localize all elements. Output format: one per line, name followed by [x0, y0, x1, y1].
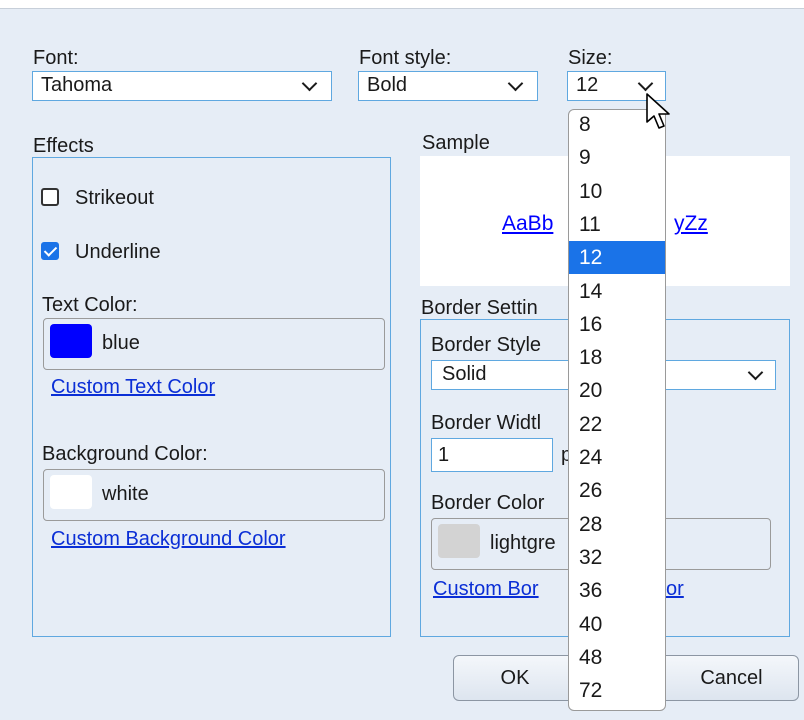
size-option[interactable]: 14 [569, 275, 665, 308]
custom-border-color-link-right[interactable]: or [666, 578, 684, 601]
border-color-swatch [438, 524, 480, 558]
size-option[interactable]: 9 [569, 141, 665, 174]
custom-text-color-link[interactable]: Custom Text Color [51, 376, 215, 399]
sample-text-left: AaBb [502, 212, 554, 235]
chevron-down-icon [507, 75, 524, 92]
custom-border-color-link-left[interactable]: Custom Bor [433, 578, 539, 601]
underline-checkbox[interactable] [41, 242, 59, 260]
text-color-label: Text Color: [42, 294, 138, 316]
size-option[interactable]: 28 [569, 508, 665, 541]
size-option[interactable]: 22 [569, 408, 665, 441]
size-option[interactable]: 16 [569, 308, 665, 341]
ok-button-label: OK [500, 666, 530, 689]
strikeout-checkbox[interactable] [41, 188, 59, 206]
border-style-label: Border Style [431, 334, 542, 356]
sample-text-right: yZz [674, 212, 708, 235]
size-option[interactable]: 20 [569, 374, 665, 407]
custom-background-color-link[interactable]: Custom Background Color [51, 528, 286, 551]
size-option[interactable]: 26 [569, 474, 665, 507]
cancel-button-label: Cancel [700, 666, 763, 689]
font-dialog: Font: Tahoma Font style: Bold Size: 12 E… [0, 8, 804, 720]
size-option[interactable]: 10 [569, 175, 665, 208]
font-select-value: Tahoma [41, 74, 113, 96]
background-color-label: Background Color: [42, 443, 208, 465]
size-option[interactable]: 18 [569, 341, 665, 374]
font-style-select-value: Bold [367, 74, 408, 96]
text-color-swatch [50, 324, 92, 358]
border-color-label: Border Color [431, 492, 545, 514]
size-option[interactable]: 40 [569, 608, 665, 641]
chevron-down-icon [301, 75, 318, 92]
mouse-cursor-icon [646, 93, 670, 129]
font-label: Font: [33, 47, 79, 69]
font-select[interactable]: Tahoma [32, 71, 332, 101]
border-settings-title: Border Settin [421, 297, 538, 319]
size-option[interactable]: 24 [569, 441, 665, 474]
text-color-picker[interactable]: blue [43, 318, 385, 370]
size-option[interactable]: 36 [569, 574, 665, 607]
border-width-input[interactable]: 1 [431, 438, 553, 472]
chevron-down-icon [747, 364, 764, 381]
font-style-select[interactable]: Bold [358, 71, 538, 101]
text-color-name: blue [102, 332, 140, 354]
effects-group: Strikeout Underline Text Color: blue Cus… [32, 157, 391, 637]
effects-title: Effects [33, 135, 94, 157]
size-select-value: 12 [576, 74, 599, 96]
size-option[interactable]: 72 [569, 674, 665, 707]
background-color-picker[interactable]: white [43, 469, 385, 521]
sample-title: Sample [422, 132, 490, 154]
background-color-name: white [102, 483, 149, 505]
size-option[interactable]: 11 [569, 208, 665, 241]
size-option[interactable]: 12 [569, 241, 665, 275]
border-width-label: Border Widtl [431, 412, 542, 434]
strikeout-label: Strikeout [75, 187, 154, 209]
chevron-down-icon [637, 75, 654, 92]
border-color-name: lightgre [490, 532, 556, 554]
font-style-label: Font style: [359, 47, 452, 69]
size-option[interactable]: 32 [569, 541, 665, 574]
underline-label: Underline [75, 241, 161, 263]
background-color-swatch [50, 475, 92, 509]
border-style-value: Solid [442, 363, 487, 385]
size-dropdown-list[interactable]: 8 9 10 11 12 14 16 18 20 22 24 26 28 32 36 40 48 72 [568, 109, 666, 711]
size-option[interactable]: 48 [569, 641, 665, 674]
size-label: Size: [568, 47, 613, 69]
